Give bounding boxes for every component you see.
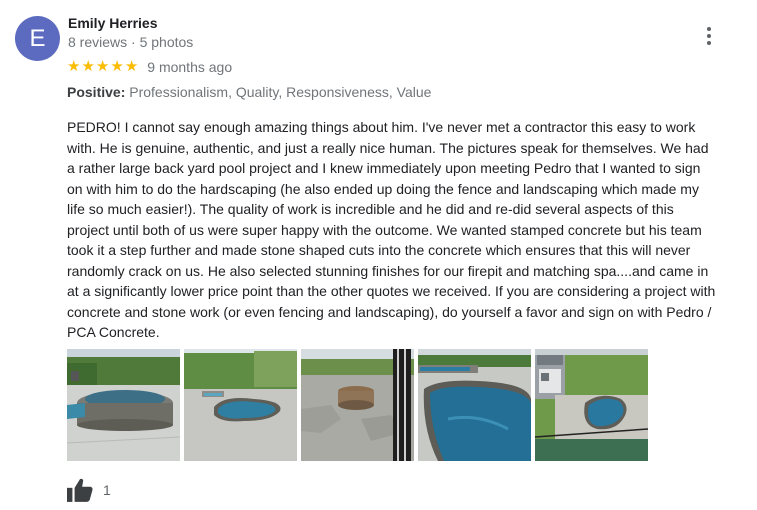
reviewer-meta: 8 reviews · 5 photos: [68, 34, 194, 50]
star-icon: ★: [81, 58, 95, 75]
star-icon: ★: [95, 58, 110, 75]
photo-pool-closeup[interactable]: [418, 349, 531, 461]
photo-strip: [67, 349, 648, 461]
review-text: PEDRO! I cannot say enough amazing thing…: [67, 119, 716, 340]
positive-attributes: Positive: Professionalism, Quality, Resp…: [67, 84, 431, 100]
star-icon: ★: [110, 58, 124, 75]
photo-firepit[interactable]: [301, 349, 414, 461]
thumbs-up-icon: [67, 478, 93, 502]
positive-label: Positive:: [67, 84, 126, 100]
review-time: 9 months ago: [147, 59, 233, 75]
star-icon: ★: [67, 58, 81, 75]
avatar[interactable]: E: [15, 16, 60, 61]
positive-values: Professionalism, Quality, Responsiveness…: [125, 84, 432, 100]
like-count: 1: [103, 482, 111, 498]
star-icon: ★: [124, 58, 139, 75]
photo-pool-aerial[interactable]: [535, 349, 648, 461]
reviewer-name[interactable]: Emily Herries: [68, 15, 158, 31]
photo-pool-trees[interactable]: [184, 349, 297, 461]
more-vert-icon[interactable]: [699, 24, 719, 48]
photo-spa-patio[interactable]: [67, 349, 180, 461]
rating-row: ★ ★ ★ ★ ★ 9 months ago: [67, 58, 232, 76]
like-button[interactable]: 1: [67, 478, 111, 502]
star-rating: ★ ★ ★ ★ ★: [67, 58, 138, 76]
